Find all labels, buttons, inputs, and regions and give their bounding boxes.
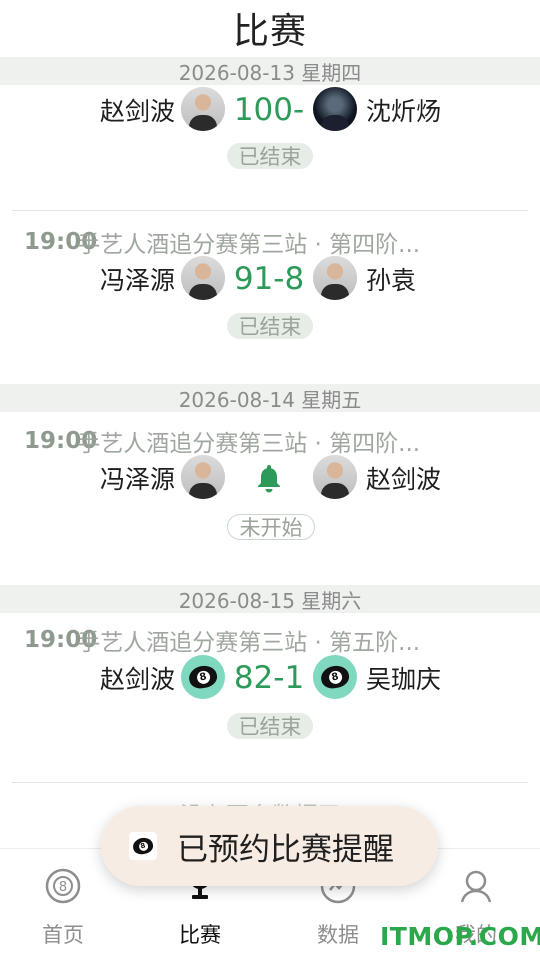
event-name: 手艺人酒追分赛第三站 · 第五阶... [77, 630, 421, 655]
eight-ball-icon: 8 [45, 868, 81, 904]
status-badge: 已结束 [227, 313, 313, 339]
right-player-name: 赵剑波 [366, 465, 442, 494]
toast-notification: 8 已预约比赛提醒 [101, 806, 438, 886]
bell-icon[interactable] [253, 462, 285, 494]
divider [12, 782, 528, 783]
match-card[interactable]: 赵剑波 100- 沈炘炀 已结束 [0, 85, 540, 210]
match-score: 82-1 [233, 660, 305, 696]
match-card[interactable]: 19:00 手艺人酒追分赛第三站 · 第四阶... 冯泽源 91-8 孙袁 已结… [0, 227, 540, 377]
eight-ball-logo-icon: 8 [313, 655, 357, 699]
header: 比赛 [0, 0, 540, 55]
left-player-name: 赵剑波 [99, 665, 175, 694]
avatar [313, 256, 357, 300]
status-badge: 未开始 [227, 514, 315, 540]
avatar [181, 256, 225, 300]
match-meta: 19:00 手艺人酒追分赛第三站 · 第四阶... [24, 227, 504, 257]
status-badge: 已结束 [227, 143, 313, 169]
left-player-name: 赵剑波 [99, 97, 175, 126]
right-player-name: 孙袁 [366, 266, 417, 295]
match-card[interactable]: 19:00 手艺人酒追分赛第三站 · 第四阶... 冯泽源 赵剑波 未开始 [0, 426, 540, 576]
date-header: 2026-08-13 星期四 [0, 57, 540, 85]
date-header: 2026-08-14 星期五 [0, 384, 540, 412]
left-player-name: 冯泽源 [99, 266, 175, 295]
profile-icon [460, 870, 492, 903]
svg-text:8: 8 [59, 880, 67, 895]
match-card[interactable]: 19:00 手艺人酒追分赛第三站 · 第五阶... 赵剑波 8 82-1 8 吴… [0, 625, 540, 775]
tab-home[interactable]: 8 首页 [3, 849, 123, 961]
event-name: 手艺人酒追分赛第三站 · 第四阶... [77, 431, 421, 456]
right-player-name: 吴珈庆 [366, 665, 442, 694]
avatar [181, 455, 225, 499]
date-header: 2026-08-15 星期六 [0, 585, 540, 613]
eight-ball-logo-icon: 8 [181, 655, 225, 699]
page-title: 比赛 [232, 10, 307, 52]
app-logo-icon: 8 [129, 832, 157, 860]
divider [12, 210, 528, 211]
watermark: ITMOP.COM [380, 922, 540, 951]
left-player-name: 冯泽源 [99, 465, 175, 494]
avatar [313, 87, 357, 131]
toast-message: 已预约比赛提醒 [177, 831, 394, 868]
avatar [313, 455, 357, 499]
match-score: 91-8 [233, 261, 305, 297]
event-name: 手艺人酒追分赛第三站 · 第四阶... [77, 232, 421, 257]
right-player-name: 沈炘炀 [366, 97, 442, 126]
match-meta: 19:00 手艺人酒追分赛第三站 · 第五阶... [24, 625, 504, 655]
match-meta: 19:00 手艺人酒追分赛第三站 · 第四阶... [24, 426, 504, 456]
avatar [181, 87, 225, 131]
tab-label: 比赛 [179, 923, 221, 947]
status-badge: 已结束 [227, 713, 313, 739]
tab-label: 首页 [42, 923, 84, 947]
match-score: 100- [233, 92, 305, 128]
